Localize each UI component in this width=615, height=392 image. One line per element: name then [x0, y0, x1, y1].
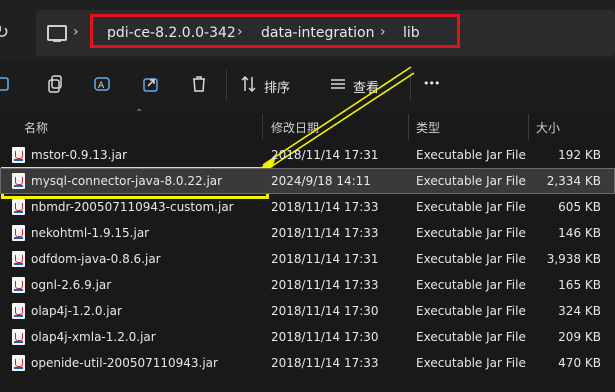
file-modified: 2018/11/14 17:33: [271, 200, 379, 214]
file-type: Executable Jar File: [416, 252, 526, 266]
file-modified: 2024/9/18 14:11: [271, 174, 371, 188]
file-modified: 2018/11/14 17:33: [271, 278, 379, 292]
file-type: Executable Jar File: [416, 200, 526, 214]
file-size: 324 KB: [558, 304, 601, 318]
file-modified: 2018/11/14 17:30: [271, 304, 379, 318]
file-modified: 2018/11/14 17:30: [271, 330, 379, 344]
file-size: 146 KB: [558, 226, 601, 240]
jar-file-icon: [12, 355, 25, 371]
file-name: olap4j-1.2.0.jar: [31, 304, 122, 318]
file-size: 470 KB: [558, 356, 601, 370]
file-modified: 2018/11/14 17:33: [271, 226, 379, 240]
jar-file-icon: [12, 147, 25, 163]
file-modified: 2018/11/14 17:31: [271, 148, 379, 162]
jar-file-icon: [12, 277, 25, 293]
file-type: Executable Jar File: [416, 304, 526, 318]
file-name: odfdom-java-0.8.6.jar: [31, 252, 161, 266]
file-name: nekohtml-1.9.15.jar: [31, 226, 150, 240]
file-size: 209 KB: [558, 330, 601, 344]
jar-file-icon: [12, 173, 25, 189]
file-name: mysql-connector-java-8.0.22.jar: [31, 174, 223, 188]
file-size: 3,938 KB: [546, 252, 601, 266]
file-size: 192 KB: [558, 148, 601, 162]
file-name: olap4j-xmla-1.2.0.jar: [31, 330, 156, 344]
file-size: 605 KB: [558, 200, 601, 214]
file-type: Executable Jar File: [416, 174, 526, 188]
jar-file-icon: [12, 303, 25, 319]
file-modified: 2018/11/14 17:31: [271, 252, 379, 266]
file-type: Executable Jar File: [416, 330, 526, 344]
file-name: nbmdr-200507110943-custom.jar: [31, 200, 234, 214]
jar-file-icon: [12, 225, 25, 241]
jar-file-icon: [12, 199, 25, 215]
file-type: Executable Jar File: [416, 148, 526, 162]
file-name: openide-util-200507110943.jar: [31, 356, 218, 370]
file-type: Executable Jar File: [416, 226, 526, 240]
file-size: 165 KB: [558, 278, 601, 292]
jar-file-icon: [12, 329, 25, 345]
jar-file-icon: [12, 251, 25, 267]
file-modified: 2018/11/14 17:33: [271, 356, 379, 370]
file-type: Executable Jar File: [416, 278, 526, 292]
file-name: mstor-0.9.13.jar: [31, 148, 128, 162]
file-name: ognl-2.6.9.jar: [31, 278, 112, 292]
file-type: Executable Jar File: [416, 356, 526, 370]
file-size: 2,334 KB: [546, 174, 601, 188]
